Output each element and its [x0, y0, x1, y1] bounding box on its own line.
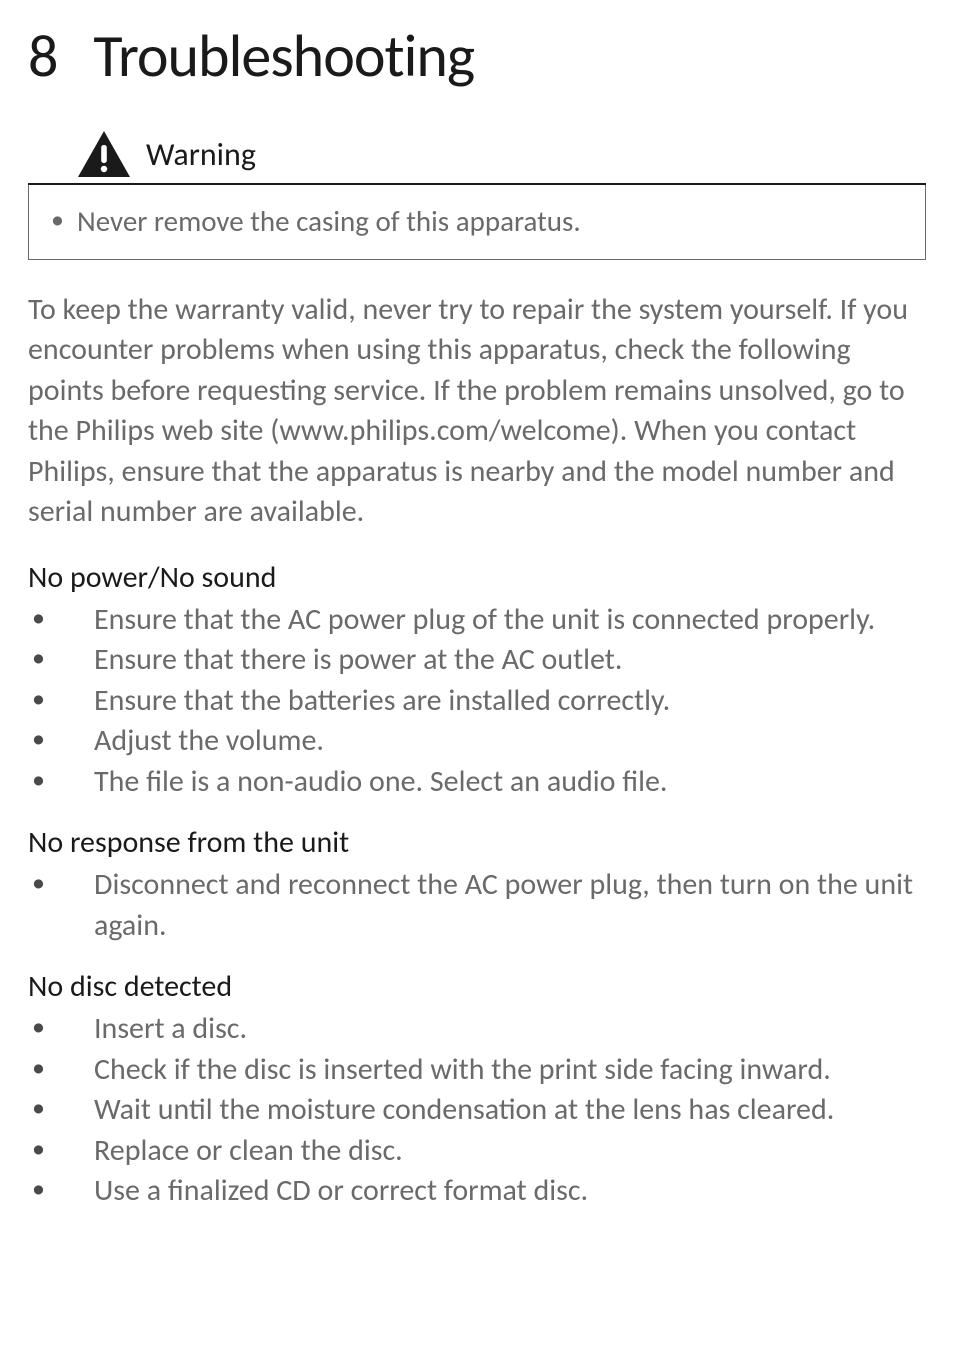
warning-header: Warning	[28, 129, 926, 185]
section-list: Ensure that the AC power plug of the uni…	[28, 600, 926, 803]
section-list: Insert a disc. Check if the disc is inse…	[28, 1009, 926, 1212]
warning-list: Never remove the casing of this apparatu…	[49, 203, 905, 241]
section-title: No power/No sound	[28, 559, 926, 596]
warning-label: Warning	[146, 135, 256, 174]
list-item: Replace or clean the disc.	[28, 1131, 926, 1172]
chapter-title: Troubleshooting	[93, 20, 474, 93]
chapter-heading: 8 Troubleshooting	[28, 20, 926, 93]
list-item: Adjust the volume.	[28, 721, 926, 762]
section-no-power: No power/No sound Ensure that the AC pow…	[28, 559, 926, 803]
list-item: Wait until the moisture condensation at …	[28, 1090, 926, 1131]
warning-box: Never remove the casing of this apparatu…	[28, 185, 926, 260]
section-no-response: No response from the unit Disconnect and…	[28, 824, 926, 946]
list-item: The file is a non-audio one. Select an a…	[28, 762, 926, 803]
list-item: Ensure that there is power at the AC out…	[28, 640, 926, 681]
list-item: Check if the disc is inserted with the p…	[28, 1050, 926, 1091]
section-title: No disc detected	[28, 968, 926, 1005]
list-item: Ensure that the AC power plug of the uni…	[28, 600, 926, 641]
section-title: No response from the unit	[28, 824, 926, 861]
list-item: Insert a disc.	[28, 1009, 926, 1050]
list-item: Ensure that the batteries are installed …	[28, 681, 926, 722]
list-item: Disconnect and reconnect the AC power pl…	[28, 865, 926, 946]
section-list: Disconnect and reconnect the AC power pl…	[28, 865, 926, 946]
chapter-number: 8	[28, 20, 57, 93]
section-no-disc: No disc detected Insert a disc. Check if…	[28, 968, 926, 1212]
intro-paragraph: To keep the warranty valid, never try to…	[28, 290, 926, 533]
list-item: Use a finalized CD or correct format dis…	[28, 1171, 926, 1212]
warning-icon	[76, 129, 132, 179]
warning-item: Never remove the casing of this apparatu…	[49, 203, 905, 241]
